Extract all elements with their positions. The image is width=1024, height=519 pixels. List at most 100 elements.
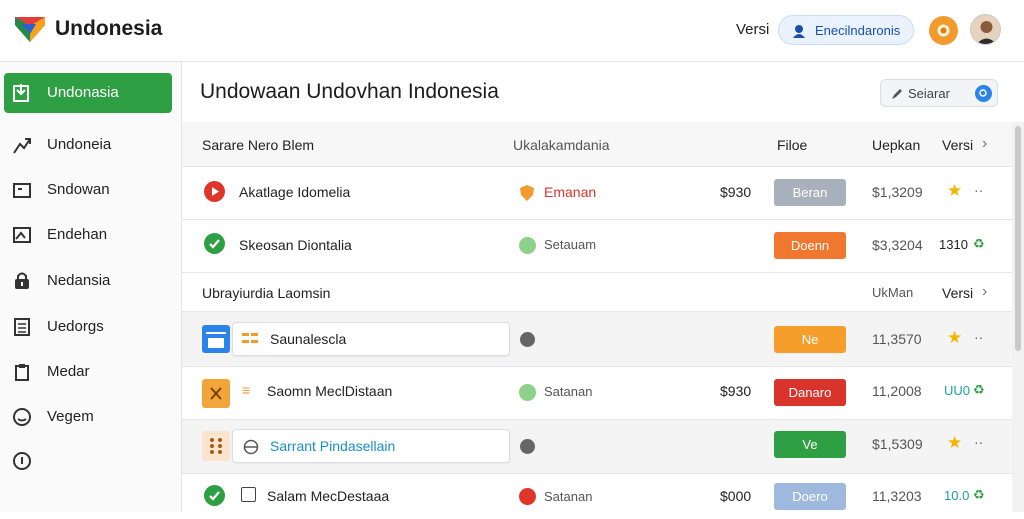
app-logo-icon (15, 17, 45, 42)
row-amount: $930 (720, 383, 752, 399)
name-input[interactable]: Saunalescla (232, 322, 510, 356)
table-row[interactable]: ≡ Saomn MeclDistaan Satanan $930 Danaro … (182, 367, 1012, 420)
row-name: Akatlage Idomelia (239, 184, 351, 200)
scrollbar-thumb[interactable] (1015, 126, 1021, 351)
search-button-label: Seiarar (908, 86, 950, 101)
pencil-icon (892, 89, 902, 99)
sidebar-item-medar[interactable]: Medar (4, 352, 172, 392)
row-name: Skeosan Diontalia (239, 237, 352, 253)
sidebar: Undonasia Undoneia Sndowan Endehan Nedan… (0, 62, 182, 512)
star-icon[interactable]: ★ (947, 433, 962, 453)
smile-icon (13, 408, 31, 426)
row-price: $1,5309 (872, 436, 923, 452)
user-pin-icon (793, 25, 805, 38)
dice-icon (202, 431, 230, 461)
sidebar-item-undonasia[interactable]: Undonasia (4, 73, 172, 113)
toggle-knob-icon[interactable] (520, 439, 535, 454)
app-title: Undonesia (55, 17, 163, 40)
recycle-icon[interactable]: ♻ (973, 382, 985, 398)
shield-icon (520, 185, 534, 201)
column-header-name[interactable]: Sarare Nero Blem (202, 137, 314, 153)
status-badge[interactable]: Doero (774, 483, 846, 510)
user-avatar[interactable] (970, 14, 1001, 45)
flower-icon (937, 24, 950, 37)
row-name: Saunalescla (270, 331, 347, 347)
page-title: Undowaan Undovhan Indonesia (200, 80, 499, 103)
search-go-icon[interactable] (975, 85, 992, 102)
checkbox[interactable] (241, 487, 256, 502)
group-updated: UkMan (872, 285, 914, 300)
account-button-label: Enecilndaronis (815, 23, 901, 38)
recycle-icon[interactable]: ♻ (973, 487, 985, 503)
column-header-version[interactable]: Versi (942, 137, 973, 153)
column-header-files[interactable]: Filoe (777, 137, 807, 153)
status-badge[interactable]: Danaro (774, 379, 846, 406)
row-price: 11,3203 (872, 488, 922, 504)
top-bar: Undonesia Versi Enecilndaronis (0, 0, 1024, 62)
row-price: 11,3570 (872, 331, 922, 347)
chevron-right-icon[interactable]: › (982, 135, 987, 153)
sidebar-item-sndowan[interactable]: Sndowan (4, 170, 172, 210)
map-icon (202, 325, 230, 353)
folder-icon (13, 183, 31, 198)
star-icon[interactable]: ★ (947, 181, 962, 201)
check-icon (204, 485, 225, 506)
name-input[interactable]: Sarrant Pindasellain (232, 429, 510, 463)
sidebar-item-label: Endehan (47, 226, 108, 243)
star-icon[interactable]: ★ (947, 328, 962, 348)
sidebar-item-uedorgs[interactable]: Uedorgs (4, 307, 172, 347)
image-icon (13, 227, 31, 243)
group-header: Ubrayiurdia Laomsin UkMan Versi › (182, 273, 1012, 312)
sidebar-item-label: Undonasia (47, 84, 119, 101)
table-header: Sarare Nero Blem Ukalakamdania Filoe Uep… (182, 122, 1012, 167)
check-icon (204, 233, 225, 254)
row-extra: 1310 (939, 237, 968, 252)
sidebar-item-label: Vegem (47, 408, 94, 425)
row-name: Saomn MeclDistaan (267, 383, 393, 399)
sidebar-item-endehan[interactable]: Endehan (4, 215, 172, 255)
recycle-icon[interactable]: ♻ (973, 236, 985, 252)
column-header-category[interactable]: Ukalakamdania (513, 137, 610, 153)
table-icon (14, 318, 30, 336)
row-name: Salam MecDestaaa (267, 488, 390, 504)
sidebar-item-undoneia[interactable]: Undoneia (4, 125, 172, 165)
chevron-right-icon[interactable]: › (982, 283, 987, 301)
sidebar-item-info[interactable] (4, 441, 172, 481)
sidebar-item-label: Undoneia (47, 136, 112, 153)
search-button[interactable]: Seiarar (880, 79, 998, 107)
version-label[interactable]: Versi (736, 21, 769, 38)
status-badge[interactable]: Beran (774, 179, 846, 206)
status-badge[interactable]: Ve (774, 431, 846, 458)
import-icon (13, 84, 29, 102)
data-table: Sarare Nero Blem Ukalakamdania Filoe Uep… (182, 122, 1012, 512)
status-dot-icon (519, 488, 536, 505)
row-amount: $000 (720, 488, 752, 504)
status-badge[interactable]: Ne (774, 326, 846, 353)
status-dot-icon (519, 384, 536, 401)
row-name: Sarrant Pindasellain (270, 438, 396, 454)
sidebar-item-nedansia[interactable]: Nedansia (4, 261, 172, 301)
scrollbar[interactable] (1012, 122, 1024, 512)
account-button[interactable]: Enecilndaronis (778, 15, 914, 45)
column-header-updated[interactable]: Uepkan (872, 137, 920, 153)
close-tile-icon (202, 379, 230, 408)
table-row[interactable]: Akatlage Idomelia Emanan $930 Beran $1,3… (182, 167, 1012, 220)
group-title: Ubrayiurdia Laomsin (202, 285, 331, 301)
more-icon[interactable]: ·· (974, 434, 983, 450)
table-row[interactable]: Skeosan Diontalia Setauam Doenn $3,3204 … (182, 220, 1012, 273)
sidebar-item-label: Medar (47, 363, 90, 380)
status-badge[interactable]: Doenn (774, 232, 846, 259)
toggle-knob-icon[interactable] (520, 332, 535, 347)
table-row[interactable]: Salam MecDestaaa Satanan $000 Doero 11,3… (182, 474, 1012, 519)
notification-avatar[interactable] (929, 16, 958, 45)
table-row[interactable]: Sarrant Pindasellain Ve $1,5309 ★ ·· (182, 420, 1012, 474)
sidebar-item-vegem[interactable]: Vegem (4, 397, 172, 437)
row-price: 11,2008 (872, 383, 922, 399)
group-version: Versi (942, 285, 974, 301)
play-icon (204, 181, 225, 202)
lock-icon (15, 272, 29, 289)
more-icon[interactable]: ·· (974, 182, 983, 198)
table-row[interactable]: Saunalescla Ne 11,3570 ★ ·· (182, 312, 1012, 367)
more-icon[interactable]: ·· (974, 329, 983, 345)
list-icon: ≡ (242, 382, 251, 398)
